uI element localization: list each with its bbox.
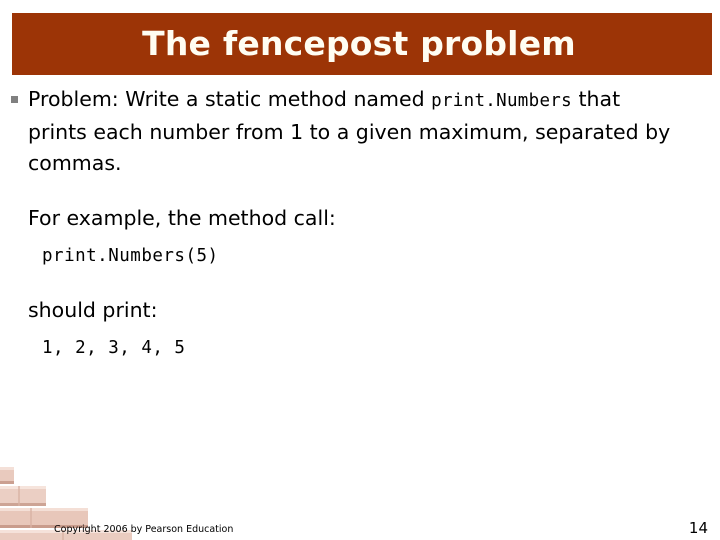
slide-title-banner: The fencepost problem <box>12 13 712 75</box>
slide-body: Problem: Write a static method named pri… <box>0 84 720 361</box>
example-intro-line: For example, the method call: <box>28 206 336 230</box>
example-code-line: print.Numbers(5) <box>42 246 219 266</box>
footer-copyright: Copyright 2006 by Pearson Education <box>54 524 234 535</box>
bullet-item-problem: Problem: Write a static method named pri… <box>0 84 720 179</box>
result-intro-line: should print: <box>28 298 158 322</box>
slide-canvas: The fencepost problem Problem: Write a s… <box>0 0 720 540</box>
result-code-line: 1, 2, 3, 4, 5 <box>42 338 186 358</box>
inline-code-printnumbers: print.Numbers <box>431 91 572 111</box>
problem-text-before: Problem: Write a static method named <box>28 87 432 111</box>
square-bullet-icon <box>11 96 18 103</box>
problem-paragraph: Problem: Write a static method named pri… <box>28 84 684 179</box>
page-number: 14 <box>688 519 708 537</box>
page-title: The fencepost problem <box>142 23 576 63</box>
